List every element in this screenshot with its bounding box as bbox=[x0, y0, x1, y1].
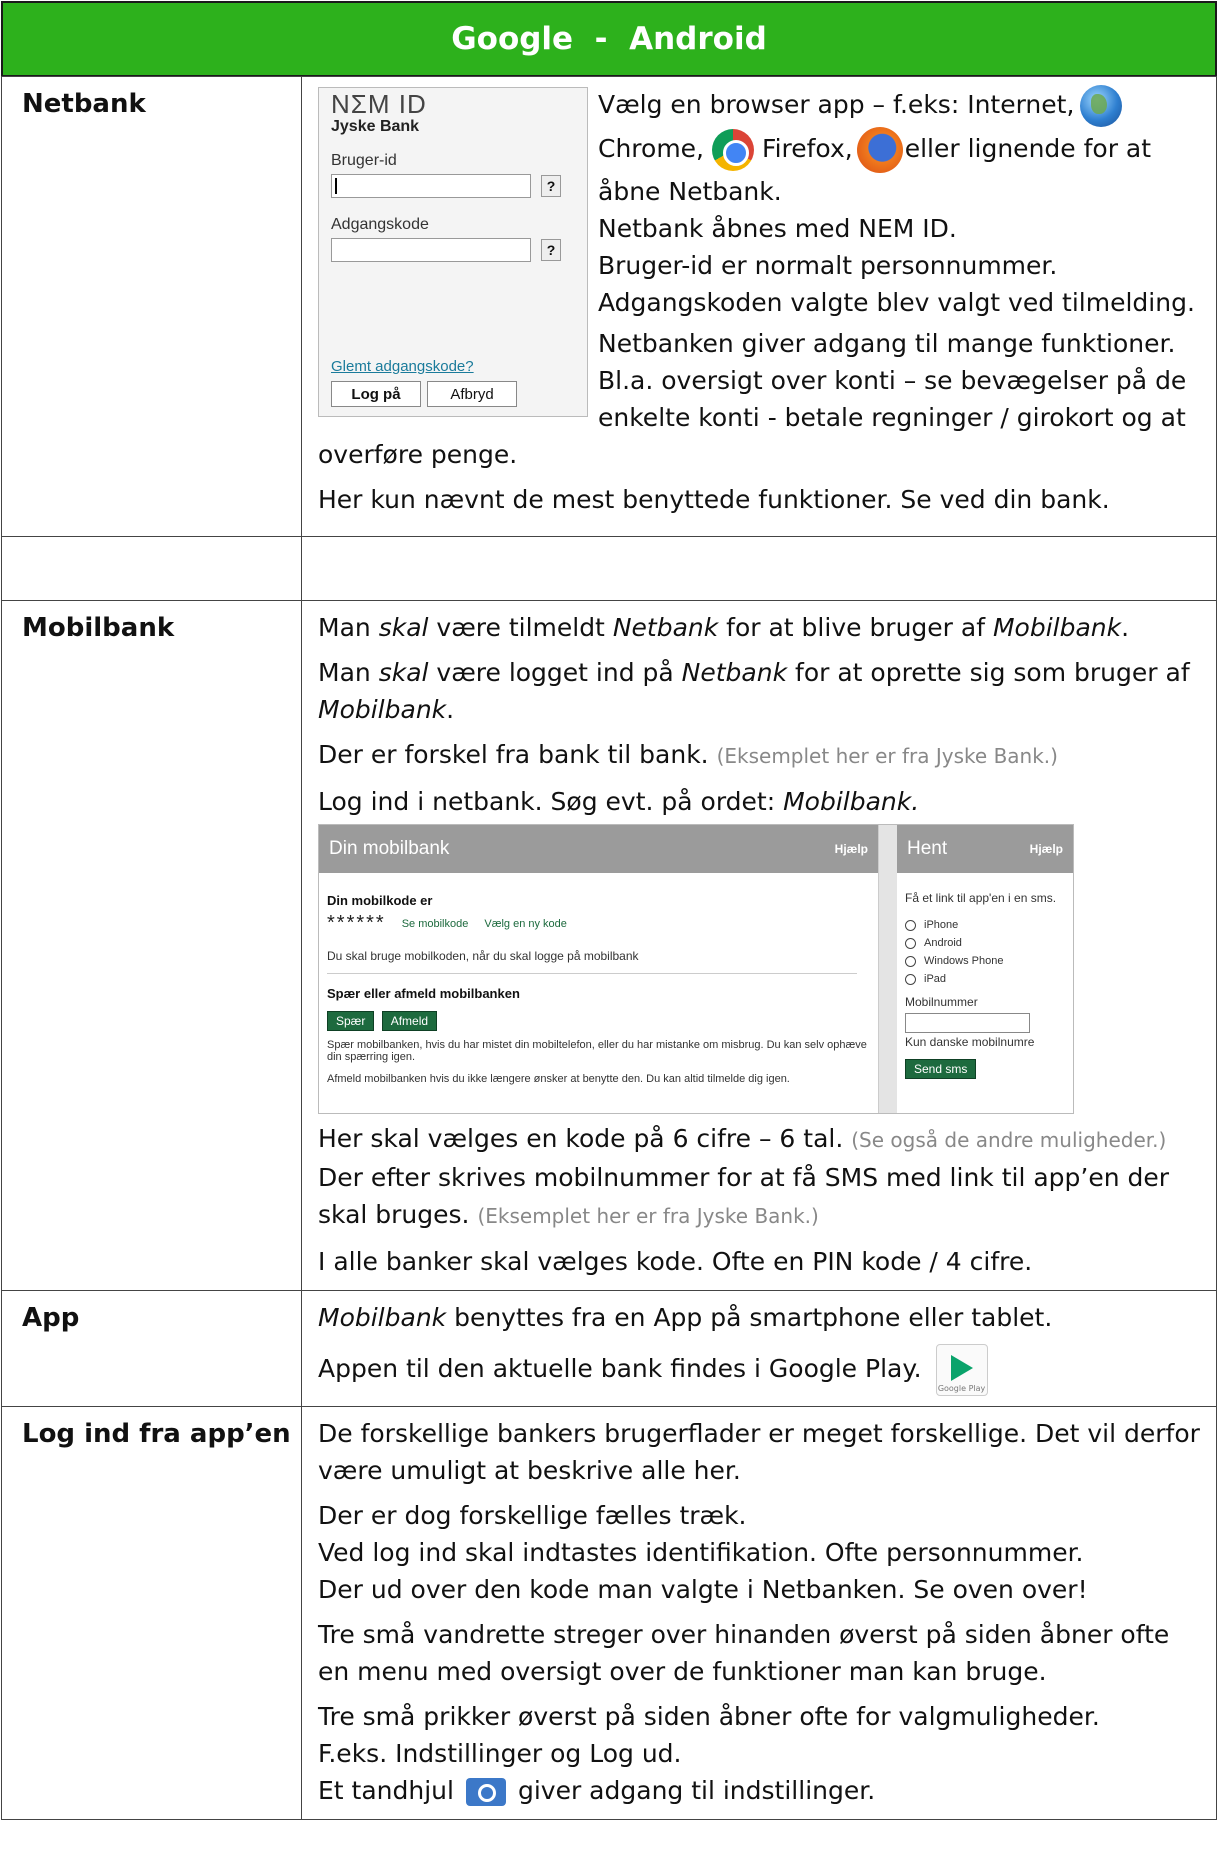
content-table: Netbank NΣM ID Jyske Bank Bruger-id ? Ad… bbox=[1, 76, 1217, 1820]
unsub-text: Afmeld mobilbanken hvis du ikke længere … bbox=[327, 1073, 790, 1085]
unsubscribe-button: Afmeld bbox=[381, 1011, 438, 1031]
right-title: Hent bbox=[907, 838, 948, 859]
mobile-hint: Kun danske mobilnumre bbox=[905, 1035, 1035, 1049]
functions-note: Her kun nævnt de mest benyttede funktion… bbox=[318, 485, 1110, 514]
help-link: Hjælp bbox=[834, 842, 868, 856]
app-content: Mobilbank benyttes fra en App på smartph… bbox=[301, 1290, 1217, 1407]
radio-option: Windows Phone bbox=[905, 955, 1065, 967]
radio-icon bbox=[905, 937, 916, 949]
forgot-password-link: Glemt adgangskode? bbox=[331, 358, 474, 375]
password-label: Adgangskode bbox=[331, 216, 429, 233]
mobilbank-p5: Her skal vælges en kode på 6 cifre – 6 t… bbox=[318, 1124, 1167, 1153]
app-p1: Mobilbank benyttes fra en App på smartph… bbox=[318, 1303, 1053, 1332]
code-heading: Din mobilkode er bbox=[327, 893, 433, 908]
netbank-content: NΣM ID Jyske Bank Bruger-id ? Adgangskod… bbox=[301, 76, 1217, 537]
mobilbank-p6: Der efter skrives mobilnummer for at få … bbox=[318, 1163, 1170, 1229]
app-p2: Appen til den aktuelle bank findes i Goo… bbox=[318, 1344, 1206, 1396]
nemid-login-image: NΣM ID Jyske Bank Bruger-id ? Adgangskod… bbox=[318, 87, 588, 417]
password-field bbox=[331, 238, 531, 262]
block-text: Spær mobilbanken, hvis du har mistet din… bbox=[327, 1039, 867, 1063]
mobilbank-content: Man skal være tilmeldt Netbank for at bl… bbox=[301, 600, 1217, 1291]
google-play-icon: Google Play bbox=[935, 1344, 988, 1396]
gear-icon bbox=[465, 1778, 506, 1806]
radio-icon bbox=[905, 919, 916, 931]
login-p1: De forskellige bankers brugerflader er m… bbox=[318, 1419, 1200, 1485]
use-text: Du skal bruge mobilkoden, når du skal lo… bbox=[327, 949, 639, 963]
block-heading: Spær eller afmeld mobilbanken bbox=[327, 986, 520, 1001]
code-stars: ****** bbox=[327, 912, 386, 934]
document: Google - Android Netbank NΣM ID Jyske Ba… bbox=[0, 0, 1219, 1871]
app-row: App Mobilbank benyttes fra en App på sma… bbox=[1, 1290, 1217, 1407]
send-sms-button: Send sms bbox=[905, 1059, 977, 1079]
help-icon: ? bbox=[541, 239, 561, 261]
user-id-label: Bruger-id bbox=[331, 152, 397, 169]
help-icon: ? bbox=[541, 175, 561, 197]
login-content: De forskellige bankers brugerflader er m… bbox=[301, 1406, 1217, 1820]
mobile-input bbox=[905, 1013, 1030, 1033]
mobilbank-p2: Man skal være logget ind på Netbank for … bbox=[318, 658, 1190, 724]
radio-option: iPhone bbox=[905, 919, 1065, 931]
mobilbank-p4: Log ind i netbank. Søg evt. på ordet: Mo… bbox=[318, 787, 920, 816]
help-link: Hjælp bbox=[1029, 842, 1063, 856]
radio-option: iPad bbox=[905, 973, 1065, 985]
internet-globe-icon bbox=[1080, 85, 1123, 127]
login-row: Log ind fra app’en De forskellige banker… bbox=[1, 1406, 1217, 1820]
mobile-label: Mobilnummer bbox=[905, 995, 978, 1009]
mobilbank-row: Mobilbank Man skal være tilmeldt Netbank… bbox=[1, 600, 1217, 1291]
mobilbank-p1: Man skal være tilmeldt Netbank for at bl… bbox=[318, 613, 1130, 642]
row-label: Netbank bbox=[1, 76, 302, 537]
empty-row bbox=[1, 536, 1217, 601]
block-button: Spær bbox=[327, 1011, 375, 1031]
row-label: Log ind fra app’en bbox=[1, 1406, 302, 1820]
chrome-icon bbox=[712, 129, 755, 171]
row-label: Mobilbank bbox=[1, 600, 302, 1291]
radio-icon bbox=[905, 955, 916, 967]
link-text: Få et link til app'en i en sms. bbox=[905, 891, 1057, 905]
screen-title: Din mobilbank bbox=[329, 838, 450, 859]
mobilbank-p7: I alle banker skal vælges kode. Ofte en … bbox=[318, 1247, 1033, 1276]
mobilbank-p3: Der er forskel fra bank til bank. (Eksem… bbox=[318, 740, 1058, 769]
radio-icon bbox=[905, 973, 916, 985]
netbank-row: Netbank NΣM ID Jyske Bank Bruger-id ? Ad… bbox=[1, 76, 1217, 537]
user-id-field bbox=[331, 174, 531, 198]
login-p3: Tre små vandrette streger over hinanden … bbox=[318, 1620, 1170, 1686]
radio-option: Android bbox=[905, 937, 1065, 949]
bank-name: Jyske Bank bbox=[331, 118, 420, 135]
nemid-logo: NΣM ID bbox=[331, 89, 427, 119]
see-code-link: Se mobilkode bbox=[401, 917, 469, 930]
page-title: Google - Android bbox=[1, 1, 1217, 77]
mobilbank-screenshot: Din mobilbank Hjælp Din mobilkode er ****… bbox=[318, 824, 1074, 1114]
firefox-icon bbox=[856, 127, 903, 173]
login-p4: Tre små prikker øverst på siden åbner of… bbox=[318, 1702, 1100, 1806]
cancel-button: Afbryd bbox=[427, 381, 517, 407]
new-code-link: Vælg en ny kode bbox=[484, 917, 567, 930]
row-label: App bbox=[1, 1290, 302, 1407]
login-button: Log på bbox=[331, 381, 421, 407]
login-p2: Der er dog forskellige fælles træk. Ved … bbox=[318, 1501, 1088, 1604]
